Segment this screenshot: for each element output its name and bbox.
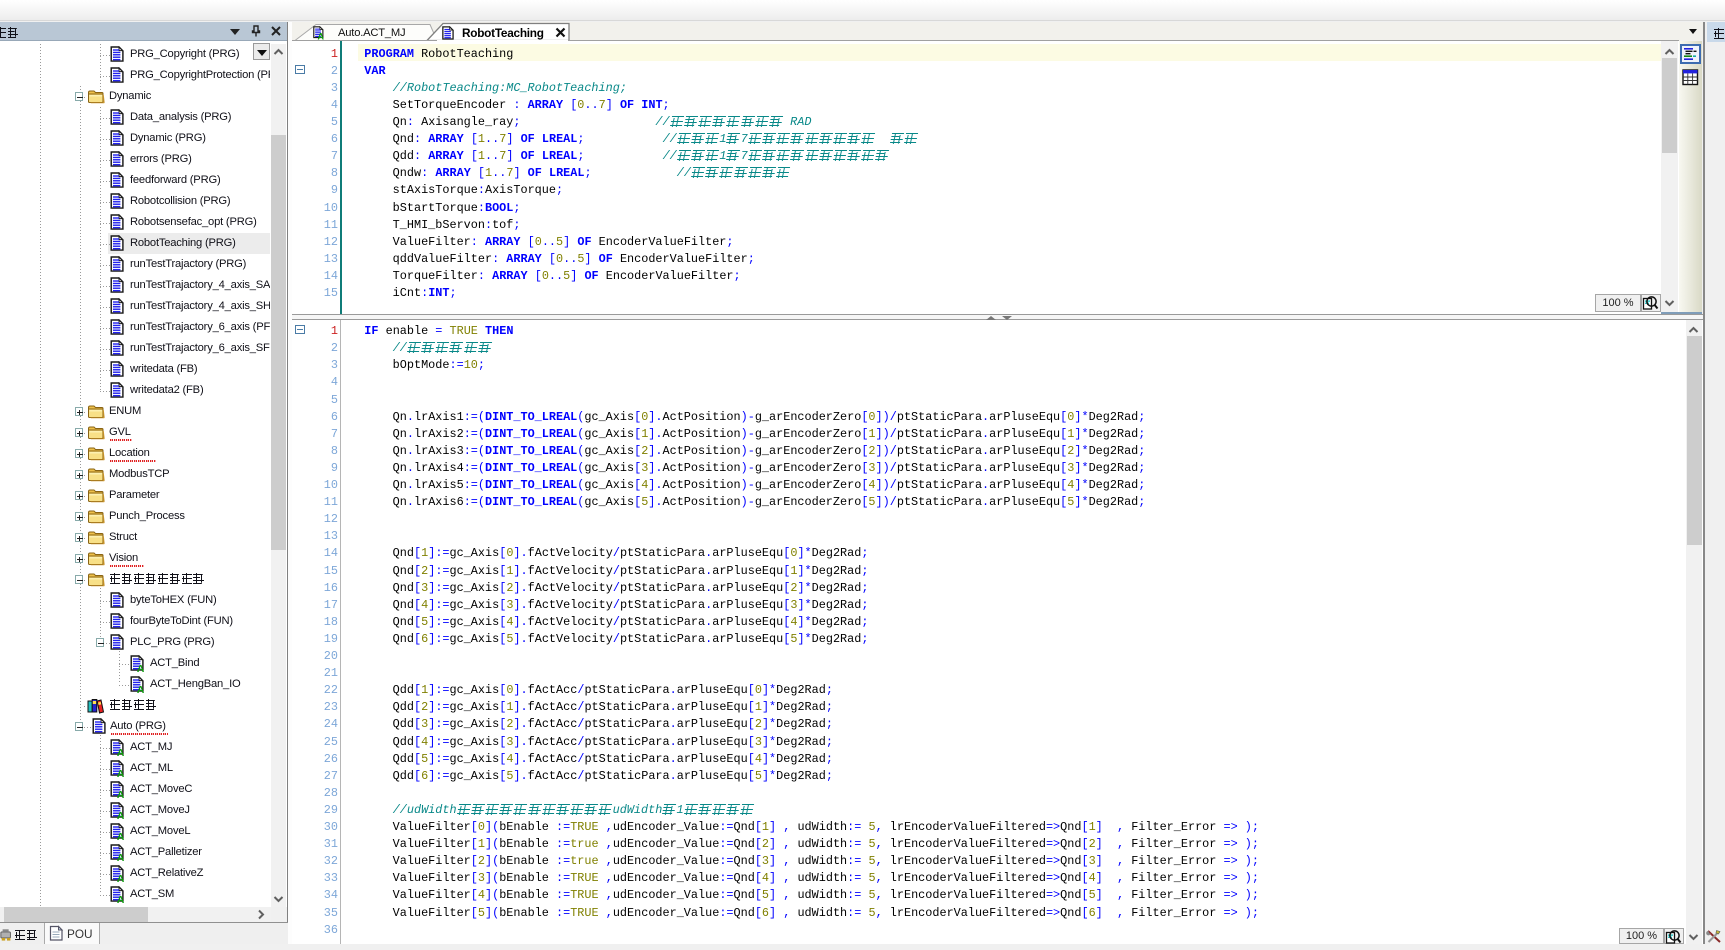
svg-text:A: A: [117, 748, 125, 757]
svg-text:A: A: [137, 685, 145, 694]
svg-text:A: A: [117, 790, 125, 799]
svg-text:A: A: [117, 811, 125, 820]
svg-text:A: A: [117, 874, 125, 883]
svg-text:A: A: [117, 832, 125, 841]
svg-text:A: A: [117, 769, 125, 778]
svg-text:A: A: [117, 853, 125, 862]
svg-text:A: A: [117, 895, 125, 904]
svg-text:A: A: [137, 664, 145, 673]
